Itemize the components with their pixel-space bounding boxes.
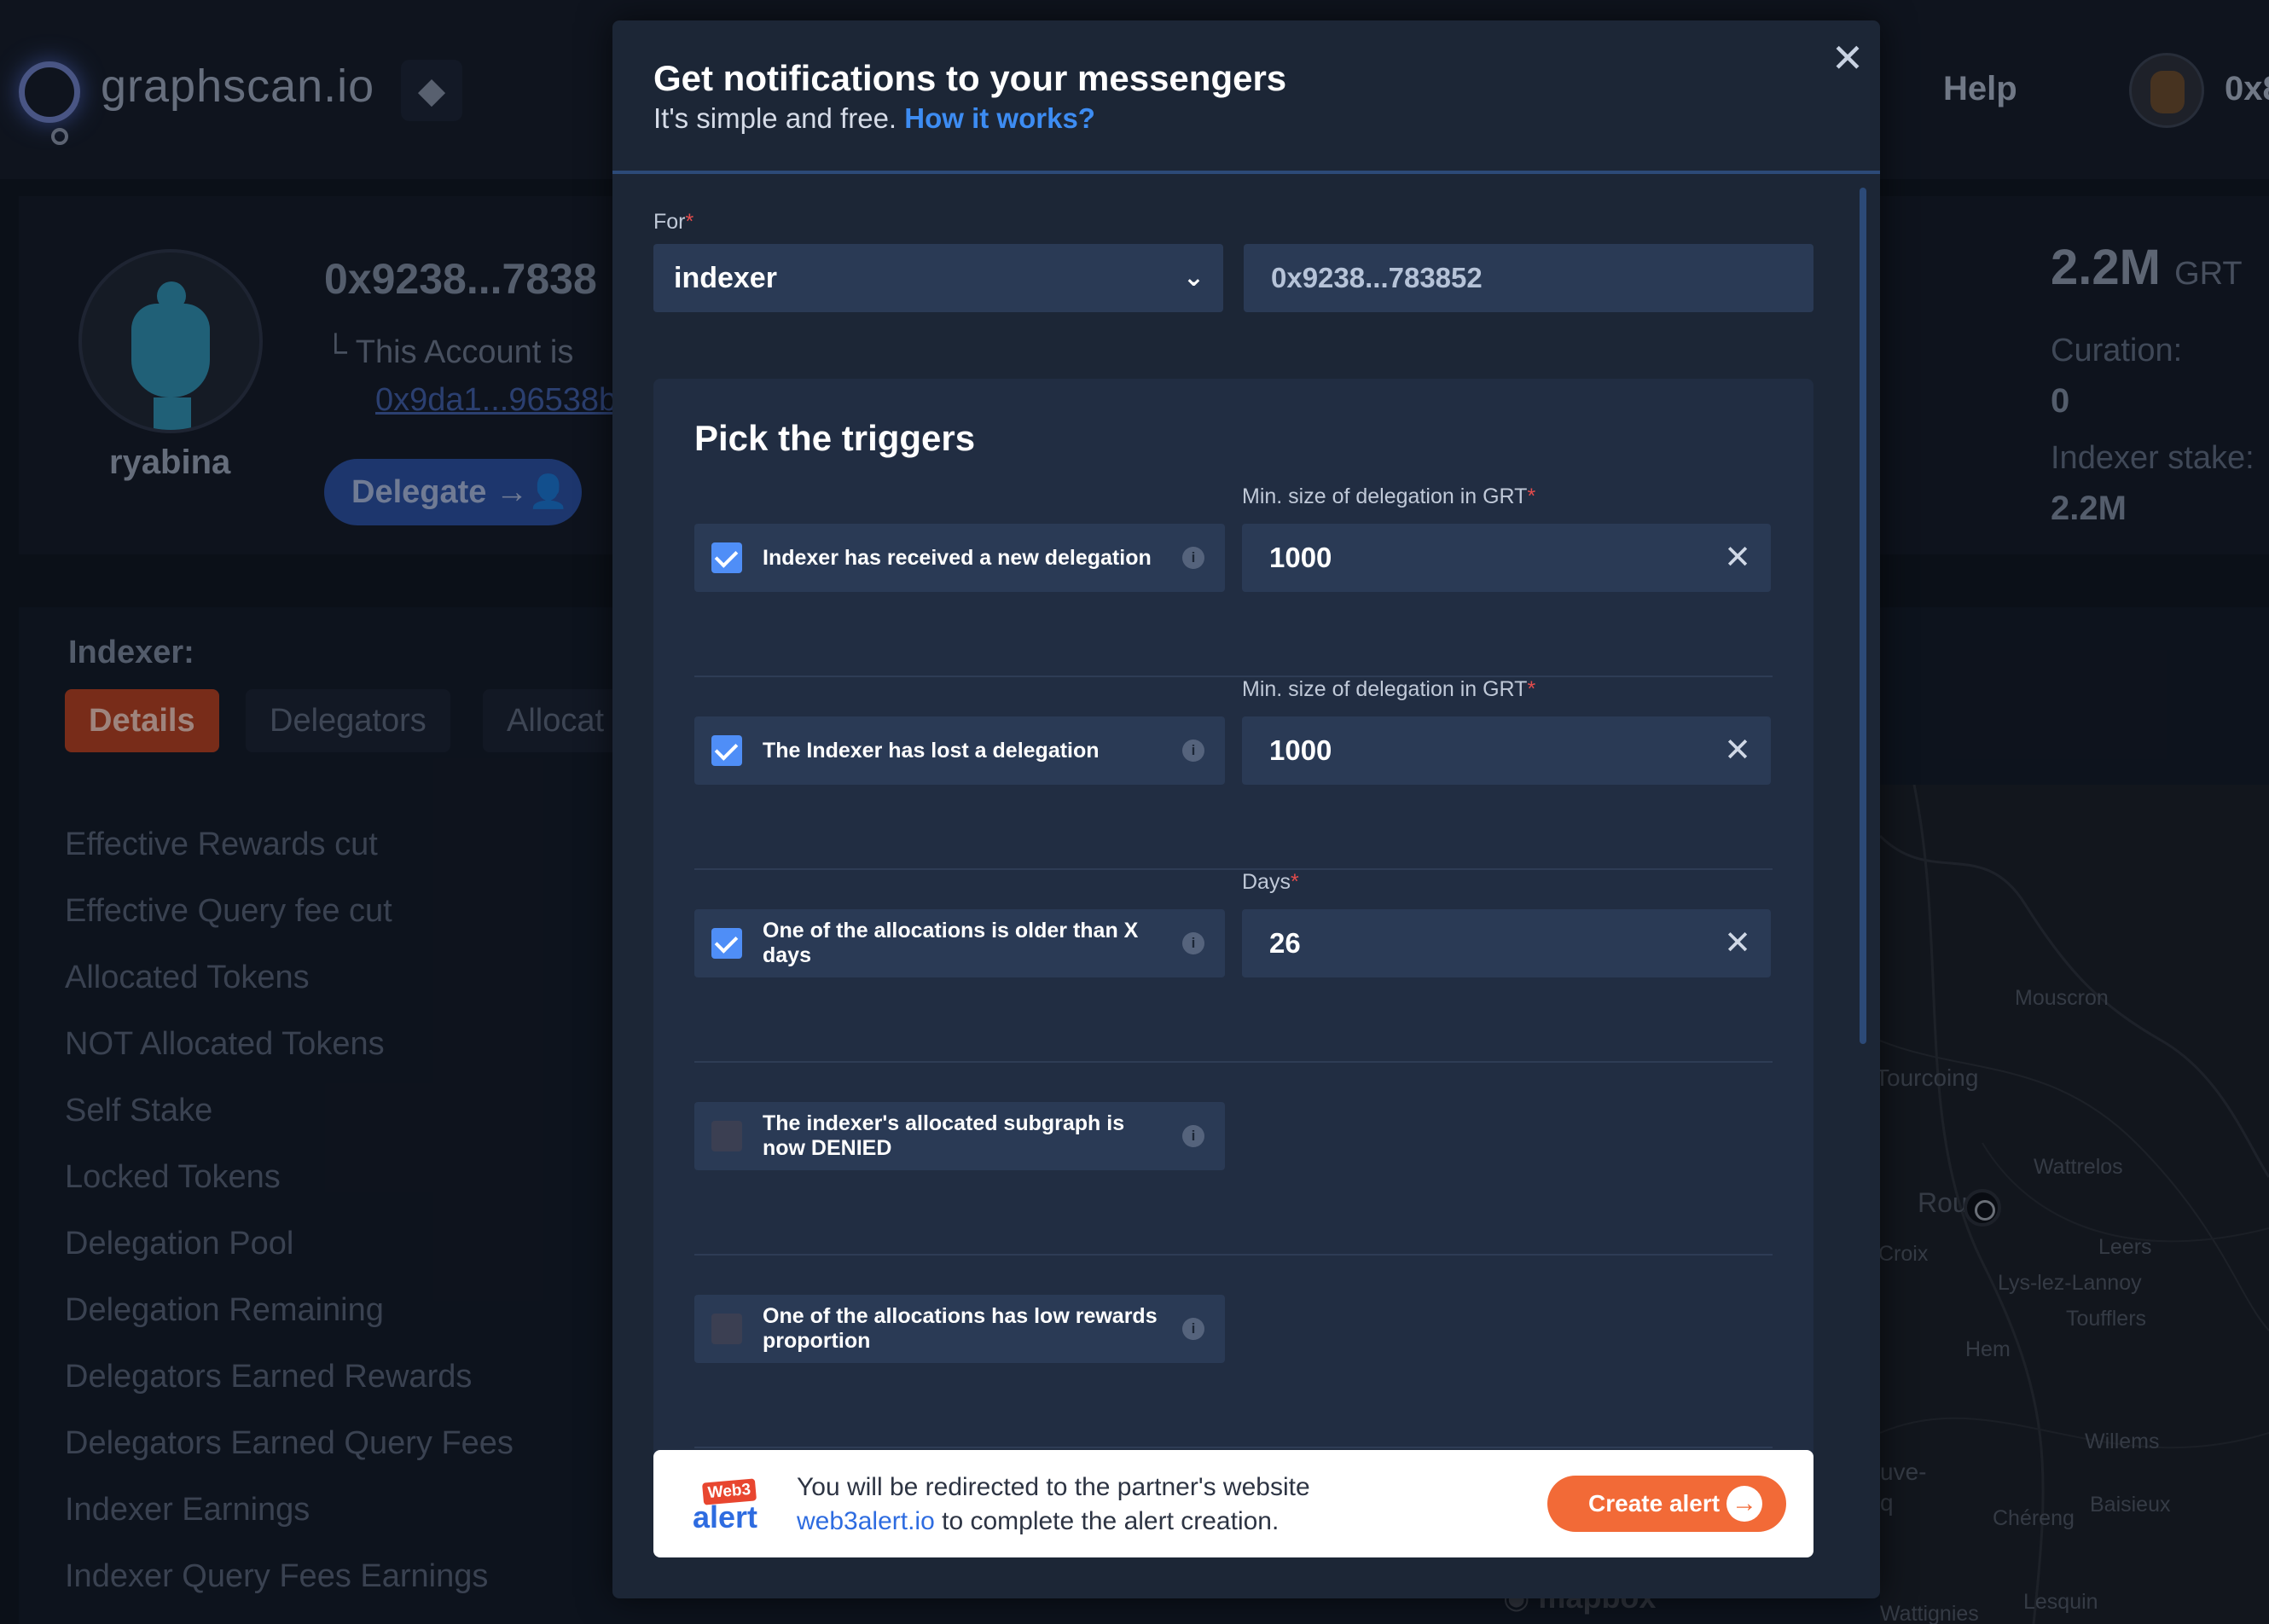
partner-link[interactable]: web3alert.io [797, 1507, 935, 1535]
min-delegation-input[interactable]: 1000 [1242, 716, 1771, 785]
trigger-field-label: Min. size of delegation in GRT* [1242, 484, 1535, 509]
modal-subtitle-text: It's simple and free. [653, 102, 897, 134]
trigger-label: One of the allocations is older than X d… [763, 919, 1139, 967]
trigger-option[interactable]: Indexer has received a new delegation i [694, 524, 1225, 592]
trigger-row: One of the allocations is older than X d… [694, 870, 1773, 1063]
trigger-label: Indexer has received a new delegation [763, 545, 1152, 570]
trigger-row: Indexer has received a new delegation i … [694, 484, 1773, 677]
trigger-row: The Indexer has lost a delegation i Min.… [694, 677, 1773, 870]
partner-text: You will be redirected to the partner's … [797, 1470, 1310, 1539]
divider [694, 1447, 1773, 1448]
role-select-value: indexer [674, 262, 777, 294]
modal-header: Get notifications to your messengers It'… [612, 20, 1880, 174]
trigger-field-label-text: Min. size of delegation in GRT [1242, 677, 1528, 701]
trigger-label: The indexer's allocated subgraph is now … [763, 1111, 1125, 1160]
trigger-row: One of the allocations has low rewards p… [694, 1256, 1773, 1448]
how-it-works-link[interactable]: How it works? [904, 102, 1095, 134]
required-mark: * [1290, 870, 1299, 894]
info-icon[interactable]: i [1182, 547, 1204, 569]
alert-wordmark: alert [693, 1499, 758, 1534]
clear-icon[interactable]: ✕ [1716, 524, 1759, 592]
web3alert-logo: Web3 alert [693, 1477, 771, 1534]
trigger-field-label-text: Days [1242, 870, 1291, 894]
days-input[interactable]: 26 [1242, 909, 1771, 977]
notification-modal: Get notifications to your messengers It'… [612, 20, 1880, 1598]
modal-scrollbar[interactable] [1860, 188, 1866, 1044]
info-icon[interactable]: i [1182, 932, 1204, 954]
address-field[interactable]: 0x9238...783852 [1244, 244, 1813, 312]
arrow-right-icon: → [1726, 1486, 1762, 1522]
trigger-label: One of the allocations has low rewards p… [763, 1304, 1158, 1353]
for-label-text: For [653, 210, 686, 234]
info-icon[interactable]: i [1182, 740, 1204, 762]
chevron-down-icon: ⌄ [1182, 264, 1204, 292]
required-mark: * [1527, 677, 1536, 701]
required-mark: * [685, 210, 694, 234]
trigger-option[interactable]: The indexer's allocated subgraph is now … [694, 1102, 1225, 1170]
trigger-checkbox[interactable] [711, 1314, 742, 1344]
info-icon[interactable]: i [1182, 1318, 1204, 1340]
trigger-option[interactable]: One of the allocations is older than X d… [694, 909, 1225, 977]
triggers-section: Pick the triggers Indexer has received a… [653, 379, 1813, 1488]
required-mark: * [1527, 484, 1536, 508]
partner-banner: Web3 alert You will be redirected to the… [653, 1450, 1813, 1557]
trigger-field-label-text: Min. size of delegation in GRT [1242, 484, 1528, 508]
trigger-field-label: Days* [1242, 870, 1299, 895]
trigger-row: The indexer's allocated subgraph is now … [694, 1063, 1773, 1256]
partner-text-line2: to complete the alert creation. [942, 1507, 1280, 1535]
partner-text-line1: You will be redirected to the partner's … [797, 1473, 1310, 1501]
create-alert-button[interactable]: Create alert → [1547, 1476, 1786, 1532]
clear-icon[interactable]: ✕ [1716, 716, 1759, 785]
trigger-checkbox[interactable] [711, 928, 742, 959]
trigger-field-label: Min. size of delegation in GRT* [1242, 677, 1535, 702]
modal-subtitle: It's simple and free. How it works? [653, 102, 1095, 135]
trigger-checkbox[interactable] [711, 1121, 742, 1151]
min-delegation-input[interactable]: 1000 [1242, 524, 1771, 592]
modal-title: Get notifications to your messengers [653, 58, 1287, 98]
create-alert-label: Create alert [1588, 1490, 1721, 1517]
trigger-label: The Indexer has lost a delegation [763, 738, 1100, 763]
trigger-option[interactable]: The Indexer has lost a delegation i [694, 716, 1225, 785]
role-select[interactable]: indexer ⌄ [653, 244, 1223, 312]
trigger-option[interactable]: One of the allocations has low rewards p… [694, 1295, 1225, 1363]
for-label: For* [653, 210, 693, 235]
close-icon[interactable]: ✕ [1822, 32, 1873, 84]
trigger-checkbox[interactable] [711, 542, 742, 573]
triggers-title: Pick the triggers [694, 418, 976, 458]
clear-icon[interactable]: ✕ [1716, 909, 1759, 977]
info-icon[interactable]: i [1182, 1125, 1204, 1147]
trigger-checkbox[interactable] [711, 735, 742, 766]
